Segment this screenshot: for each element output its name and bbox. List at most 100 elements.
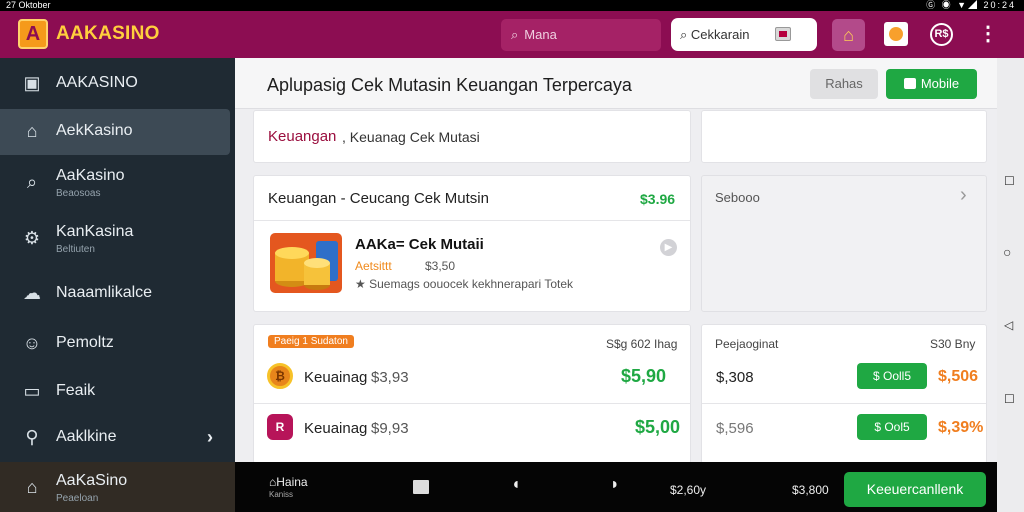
list-header-right: S30 Bny <box>930 337 976 351</box>
sidebar-item-sublabel: Peaeloan <box>56 493 99 504</box>
search-icon: ⌕ <box>26 172 38 192</box>
avatar[interactable] <box>884 22 908 46</box>
profile-icon[interactable]: ◗ <box>610 476 620 494</box>
row-amount: $5,00 <box>635 417 681 437</box>
status-badge: Paeig 1 Sudaton <box>268 335 354 348</box>
sidebar-item-label: AAKASINO <box>56 74 138 91</box>
sidebar-item-label: AaKasino <box>56 167 125 184</box>
shield-icon[interactable]: ◖ <box>511 476 521 494</box>
bottom-nav: ⌂Haina Kaniss ◖ ◗ $2,60y $3,800 Keeuerca… <box>235 462 997 512</box>
sidebar-item-sublabel: Beaosoas <box>56 188 101 199</box>
mobile-icon <box>903 78 916 89</box>
square-icon[interactable] <box>413 480 429 494</box>
sidebar-item-aakasino[interactable]: ▣ AAKASINO <box>0 58 235 108</box>
dollar-button[interactable]: $ Ooll5 <box>857 363 927 389</box>
sidebar-item-label: Feaik <box>56 382 96 399</box>
cloud-icon: ☁ <box>23 283 41 303</box>
product-title: AAKa= Cek Mutaii <box>355 236 484 253</box>
sidebar-item-sublabel: Beltiuten <box>56 244 95 255</box>
sidebar-item-search[interactable]: ⌕ AaKasino Beaosoas <box>0 158 235 210</box>
square-icon[interactable]: ☐ <box>1004 392 1015 406</box>
sidebar-item-location[interactable]: ⚲ Aaklkine › <box>0 414 235 460</box>
app-name: AAKASINO <box>56 23 160 44</box>
side-card-label: Sebooo <box>715 190 760 205</box>
nav-home[interactable]: ⌂Haina Kaniss <box>269 474 329 510</box>
sidebar-item-label: Aaklkine <box>56 428 117 445</box>
header-amount: $3.96 <box>640 191 676 207</box>
sidebar-item-profile[interactable]: ☺ Pemoltz <box>0 320 235 366</box>
mobile-button[interactable]: Mobile <box>886 69 977 99</box>
mobile-button-label: Mobile <box>920 76 960 91</box>
brand-icon: R <box>267 414 293 440</box>
list-header-right: S$g 602 Ihag <box>606 337 678 351</box>
divider <box>702 403 986 404</box>
sidebar-item-label: Naaamlikalce <box>56 284 153 301</box>
sidebar-item-label: AaKaSino <box>56 472 128 489</box>
check-label: Cekkarain <box>690 27 750 42</box>
row-label: Keuainag <box>304 420 368 437</box>
chevron-right-icon: › <box>960 184 967 206</box>
location-pin-icon: ⚲ <box>25 427 39 447</box>
sidebar-item-label: Pemoltz <box>56 334 114 351</box>
card-text: , Keuanag Cek Mutasi <box>342 129 480 145</box>
check-search-field[interactable]: ⌕ Cekkarain <box>671 18 817 51</box>
product-description: ★ Suemags oouocek kekhnerapari Totek <box>355 277 573 291</box>
divider <box>254 403 690 404</box>
divider <box>254 220 690 221</box>
play-icon[interactable]: ▶ <box>660 239 677 256</box>
page-header: Aplupasig Cek Mutasin Keuangan Terpercay… <box>235 58 997 109</box>
circle-icon[interactable]: ○ <box>1003 244 1011 260</box>
row-value: $,596 <box>716 420 754 437</box>
balance-two: $3,800 <box>792 483 829 497</box>
home-nav-text: Haina <box>276 475 308 489</box>
back-icon[interactable]: ◁ <box>1004 318 1013 332</box>
balance-list: Peejaoginat S30 Bny <box>701 324 987 464</box>
help-button[interactable]: R$ <box>930 23 953 46</box>
logo-icon: A <box>18 19 48 49</box>
more-menu-icon[interactable]: ⋮ <box>978 21 998 47</box>
chevron-right-icon: › <box>207 427 213 447</box>
info-card-side <box>701 110 987 163</box>
sidebar: ▣ AAKASINO ⌂ AekKasino ⌕ AaKasino Beaoso… <box>0 58 235 512</box>
sidebar-item-home[interactable]: ⌂ AekKasino <box>0 109 230 155</box>
system-nav: ☐ ○ ◁ ☐ <box>997 58 1024 512</box>
home-nav-label: ⌂Haina <box>269 474 329 490</box>
coins-icon <box>270 233 342 293</box>
search-icon: ⌕ <box>680 27 691 42</box>
status-bar: 27 Oktober Ⓖ ◉ ▼◢ 20:24 <box>0 0 1024 11</box>
card-accent-text: Keuangan <box>268 128 337 145</box>
flag-icon[interactable] <box>775 27 791 41</box>
rating-stars: Aetsittt <box>355 259 392 273</box>
product-card-header: Keuangan - Ceucang Cek Mutsin <box>268 190 489 207</box>
main-content: Aplupasig Cek Mutasin Keuangan Terpercay… <box>235 58 997 464</box>
app-header: A AAKASINO ⌕ Mana ⌕ Cekkarain ⌂ R$ ⋮ <box>0 11 1024 58</box>
home-nav-sub: Kaniss <box>269 490 294 499</box>
calendar-icon: ▣ <box>23 73 41 93</box>
primary-cta-button[interactable]: Keeuercanllenk <box>844 472 986 507</box>
home-icon: ⌂ <box>843 25 854 45</box>
sidebar-item-label: AekKasino <box>56 122 133 139</box>
status-indicators: Ⓖ ◉ ▼◢ 20:24 <box>926 0 1016 10</box>
side-card[interactable]: Sebooo › <box>701 175 987 312</box>
profile-icon: ☺ <box>22 333 42 353</box>
row-label: Keuainag <box>304 369 368 386</box>
row-amount: $5,90 <box>621 366 667 386</box>
sidebar-item-label: KanKasina <box>56 223 134 240</box>
card-icon: ▭ <box>23 381 41 401</box>
home-button[interactable]: ⌂ <box>832 19 865 51</box>
dollar-button[interactable]: $ Ool5 <box>857 414 927 440</box>
sidebar-item-cloud[interactable]: ☁ Naaamlikalce <box>0 270 235 316</box>
search-icon: ⌕ <box>511 27 519 42</box>
balance-one: $2,60y <box>670 483 707 497</box>
transaction-list: Paeig 1 Sudaton S$g 602 Ihag <box>253 324 691 464</box>
row-value: $3,93 <box>371 369 409 386</box>
rahas-button[interactable]: Rahas <box>810 69 878 99</box>
list-header-left: Peejaoginat <box>715 337 779 351</box>
row-value: $,308 <box>716 369 754 386</box>
sidebar-item-account[interactable]: ⌂ AaKaSino Peaeloan <box>0 462 235 512</box>
sidebar-item-settings[interactable]: ⚙ KanKasina Beltiuten <box>0 214 235 266</box>
status-time: 27 Oktober <box>6 0 51 10</box>
search-input[interactable]: ⌕ Mana <box>501 19 661 51</box>
sidebar-item-card[interactable]: ▭ Feaik <box>0 368 235 414</box>
square-icon[interactable]: ☐ <box>1004 174 1015 188</box>
